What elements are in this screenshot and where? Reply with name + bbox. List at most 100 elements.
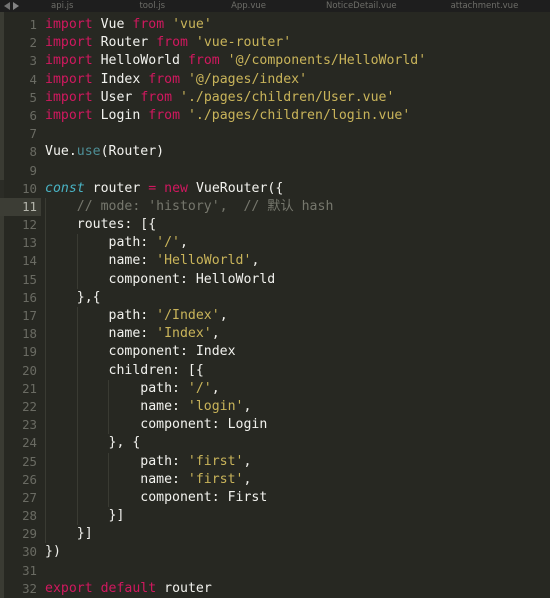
tab-attachment-vue[interactable]: attachment.vue	[449, 0, 521, 12]
code-line[interactable]: 10 const router = new VueRouter({	[0, 180, 550, 198]
code-line[interactable]: 15 component: HelloWorld	[0, 270, 550, 289]
code-line[interactable]: 22 name: 'login',	[0, 397, 550, 417]
line-number: 25	[22, 453, 37, 469]
line-number: 9	[29, 162, 37, 178]
code-text: component: HelloWorld	[45, 271, 276, 289]
code-text: },{	[45, 289, 101, 307]
line-number: 24	[22, 435, 37, 451]
code-text: export default router	[45, 580, 212, 598]
token-pun: ,	[243, 453, 252, 469]
token-str: 'vue-router'	[195, 35, 292, 51]
token-pun: ,	[219, 308, 228, 323]
code-line[interactable]: 2 import Router from 'vue-router'	[0, 34, 550, 52]
token-id: router	[92, 180, 141, 196]
token-pun	[156, 581, 164, 596]
line-number: 22	[22, 398, 37, 414]
token-id: Router	[100, 35, 149, 51]
code-line[interactable]: 31	[0, 562, 550, 580]
token-pun	[180, 108, 188, 123]
token-pun: VueRouter({	[195, 180, 284, 196]
token-str: '/'	[187, 380, 212, 396]
code-line[interactable]: 25 path: 'first',	[0, 452, 550, 471]
tab-noticedetail-vue[interactable]: NoticeDetail.vue	[324, 0, 399, 12]
code-line[interactable]: 19 component: Index	[0, 343, 550, 362]
line-number: 17	[22, 308, 37, 323]
code-line[interactable]: 32 export default router	[0, 580, 550, 598]
code-line[interactable]: 18 name: 'Index',	[0, 325, 550, 344]
code-line[interactable]: 17 path: '/Index',	[0, 307, 550, 326]
token-pun: .	[68, 144, 77, 160]
line-number: 2	[29, 35, 37, 51]
line-number: 23	[22, 417, 37, 433]
code-text: path: 'first',	[45, 453, 251, 471]
tab-app-vue[interactable]: App.vue	[229, 0, 268, 12]
code-line[interactable]: 6 import Login from './pages/children/log…	[0, 107, 550, 125]
token-pun	[93, 581, 101, 596]
token-str: 'first'	[187, 453, 244, 469]
code-line[interactable]: 21 path: '/',	[0, 379, 550, 398]
token-kw: =	[148, 180, 157, 196]
line-number: 29	[22, 526, 37, 542]
code-content[interactable]: 1 import Vue from 'vue' 2 import Router fro…	[0, 16, 550, 598]
code-line[interactable]: 28 }]	[0, 507, 550, 526]
code-text: import Router from 'vue-router'	[45, 34, 291, 52]
tab-tool-js[interactable]: tool.js	[137, 0, 167, 12]
code-line[interactable]: 1 import Vue from 'vue'	[0, 16, 550, 34]
token-pun	[93, 53, 101, 68]
code-text: children: [{	[45, 362, 204, 380]
token-pun: component: First	[45, 489, 268, 505]
code-text: })	[45, 543, 61, 561]
code-line[interactable]: 14 name: 'HelloWorld',	[0, 252, 550, 271]
line-number: 26	[22, 471, 37, 487]
token-kw: from	[132, 17, 165, 32]
token-pun	[180, 72, 188, 87]
token-id: Vue	[45, 144, 69, 160]
code-line[interactable]: 7	[0, 125, 550, 143]
triangle-left-icon[interactable]	[4, 2, 10, 10]
triangle-right-icon[interactable]	[13, 2, 19, 10]
code-line[interactable]: 8 Vue.use(Router)	[0, 143, 550, 161]
token-kw: new	[164, 180, 188, 196]
code-line[interactable]: 5 import User from './pages/children/User…	[0, 89, 550, 107]
token-pun: ,	[243, 471, 252, 487]
token-pun	[156, 181, 164, 196]
code-line[interactable]: 24 }, {	[0, 434, 550, 453]
token-pun	[93, 17, 101, 32]
code-text: import Vue from 'vue'	[45, 16, 212, 34]
token-kw: import	[45, 107, 93, 123]
code-line[interactable]: 13 path: '/',	[0, 234, 550, 253]
code-line[interactable]: 30})	[0, 543, 550, 561]
code-line[interactable]: 20 children: [{	[0, 361, 550, 380]
line-number: 30	[22, 544, 37, 560]
tab-api-js[interactable]: api.js	[49, 0, 75, 12]
token-kw: import	[45, 53, 93, 69]
line-number: 13	[22, 235, 37, 251]
code-line[interactable]: 9	[0, 162, 550, 180]
token-pun	[93, 72, 101, 87]
code-line[interactable]: 11 // mode: 'history', // 默认 hash	[0, 197, 550, 217]
token-pun: (Router)	[100, 144, 165, 160]
token-id: Index	[100, 71, 141, 87]
code-line[interactable]: 27 component: First	[0, 488, 550, 508]
code-line[interactable]: 26 name: 'first',	[0, 470, 550, 489]
code-text: // mode: 'history', // 默认 hash	[45, 198, 334, 216]
line-number: 31	[22, 562, 37, 578]
code-line[interactable]: 12 routes: [{	[0, 216, 550, 235]
tab-nav-arrows[interactable]	[0, 2, 25, 10]
token-pun: path:	[45, 453, 188, 469]
line-number: 18	[22, 326, 37, 342]
token-str: '@/components/HelloWorld'	[227, 53, 427, 69]
code-text: path: '/',	[45, 380, 219, 398]
token-str: './pages/children/User.vue'	[180, 89, 395, 105]
editor-body[interactable]: 1 import Vue from 'vue' 2 import Router fro…	[0, 12, 550, 598]
code-text: import Login from './pages/children/logi…	[45, 107, 410, 125]
code-line[interactable]: 29 }]	[0, 525, 550, 544]
code-text: name: 'first',	[45, 471, 251, 489]
code-line[interactable]: 3 import HelloWorld from '@/components/He…	[0, 52, 550, 70]
code-line[interactable]: 23 component: Login	[0, 416, 550, 435]
code-text: }]	[45, 525, 93, 543]
code-line[interactable]: 16 },{	[0, 288, 550, 307]
token-kw: export	[45, 580, 93, 596]
code-line[interactable]: 4 import Index from '@/pages/index'	[0, 71, 550, 89]
token-str: 'HelloWorld'	[156, 253, 252, 269]
